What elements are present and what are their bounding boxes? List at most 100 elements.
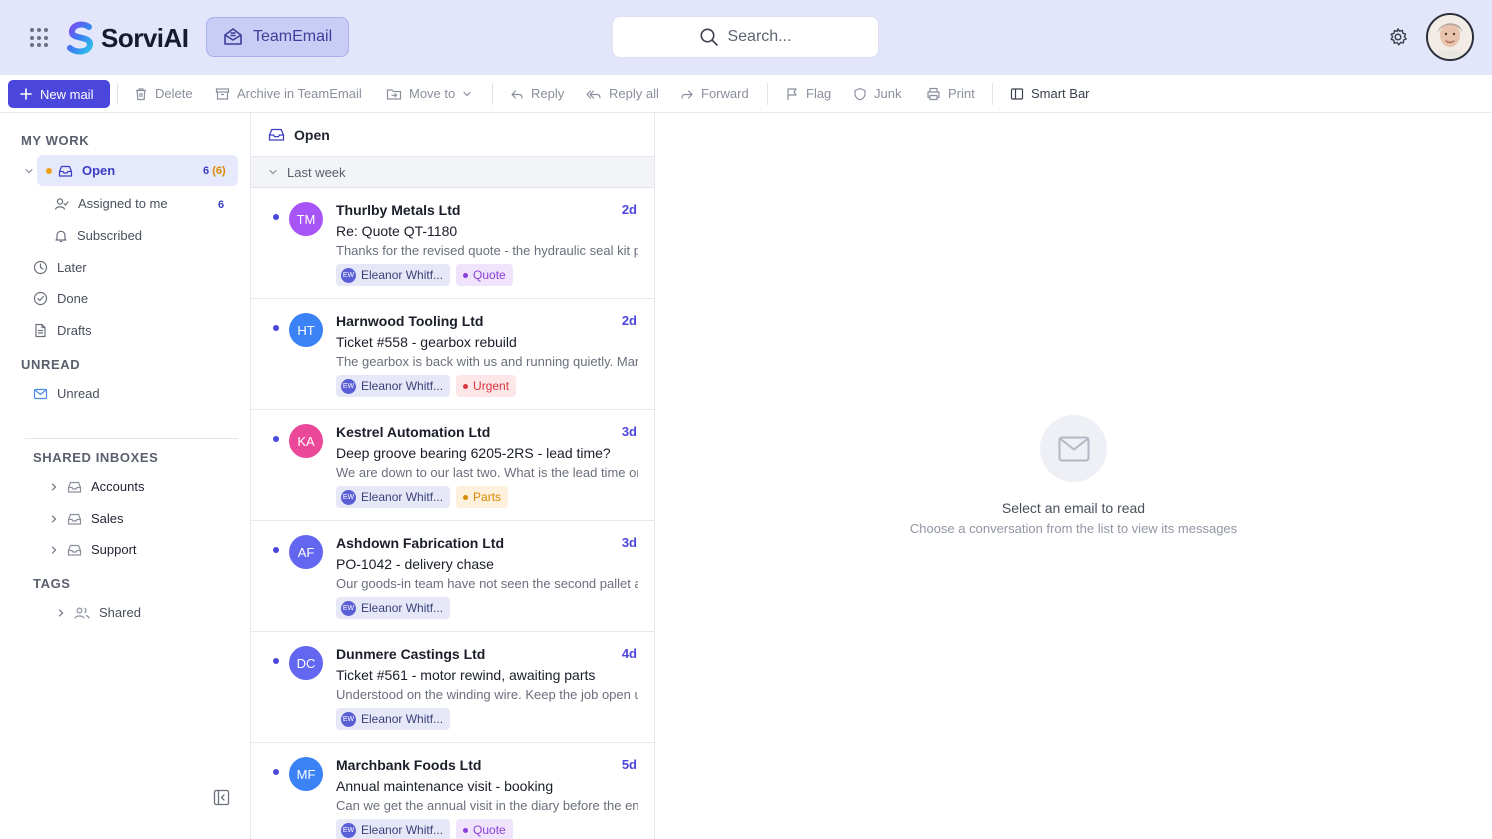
folder-move-icon bbox=[386, 88, 402, 100]
chevron-right-icon bbox=[51, 482, 57, 491]
tag-chip[interactable]: Quote bbox=[456, 819, 513, 839]
sender-avatar: MF bbox=[289, 757, 323, 791]
collapse-sidebar-icon[interactable] bbox=[213, 789, 230, 806]
action-toolbar: New mail Delete Archive in TeamEmail Mov… bbox=[0, 75, 1492, 113]
mail-list-item[interactable]: KA Kestrel Automation Ltd 3d Deep groove be… bbox=[251, 410, 654, 521]
mail-age: 3d bbox=[621, 424, 637, 439]
group-header-last-week[interactable]: Last week bbox=[251, 157, 654, 188]
assignee-chip[interactable]: EW Eleanor Whitf... bbox=[336, 708, 451, 730]
sender-avatar: AF bbox=[289, 535, 323, 569]
sender-name: Marchbank Foods Ltd bbox=[336, 757, 482, 773]
support-label: Support bbox=[91, 542, 137, 557]
sidebar-item-done[interactable]: Done bbox=[33, 291, 88, 306]
assignee-name: Eleanor Whitf... bbox=[361, 712, 444, 726]
chevron-down-icon bbox=[269, 169, 277, 175]
mail-list-item[interactable]: TM Thurlby Metals Ltd 2d Re: Quote QT-1180 T… bbox=[251, 188, 654, 299]
mail-subject: Deep groove bearing 6205-2RS - lead time… bbox=[336, 445, 611, 461]
users-icon bbox=[74, 606, 90, 619]
print-label: Print bbox=[948, 86, 975, 101]
app-launcher-icon[interactable] bbox=[29, 27, 51, 49]
junk-button[interactable]: Junk bbox=[853, 75, 901, 112]
tag-dot bbox=[463, 272, 469, 278]
tag-chip[interactable]: Urgent bbox=[456, 375, 517, 397]
sidebar-item-tag-shared[interactable]: Shared bbox=[57, 605, 141, 620]
toolbar-divider bbox=[767, 83, 768, 105]
mail-subject: Annual maintenance visit - booking bbox=[336, 778, 554, 794]
assignee-chip[interactable]: EW Eleanor Whitf... bbox=[336, 819, 451, 839]
tag-label: Parts bbox=[473, 490, 502, 504]
unread-dot bbox=[273, 325, 279, 331]
reply-all-button[interactable]: Reply all bbox=[586, 75, 659, 112]
app-switcher-teamemail[interactable]: TeamEmail bbox=[206, 17, 349, 57]
open-count: 6 bbox=[203, 165, 210, 177]
bell-icon bbox=[55, 230, 67, 242]
flag-button[interactable]: Flag bbox=[785, 75, 831, 112]
sidebar-item-open-label[interactable]: Open bbox=[58, 163, 115, 178]
empty-state-title: Select an email to read bbox=[1001, 500, 1146, 516]
assigned-count-badge: 6 bbox=[218, 199, 225, 211]
mail-list-item[interactable]: MF Marchbank Foods Ltd 5d Annual maintenanc… bbox=[251, 743, 654, 839]
mail-list-item[interactable]: AF Ashdown Fabrication Ltd 3d PO-1042 - del… bbox=[251, 521, 654, 632]
new-mail-label: New mail bbox=[40, 86, 94, 102]
forward-button[interactable]: Forward bbox=[680, 75, 749, 112]
assignee-chip[interactable]: EW Eleanor Whitf... bbox=[336, 264, 451, 286]
chevron-down-icon[interactable] bbox=[24, 166, 34, 176]
archive-button[interactable]: Archive in TeamEmail bbox=[215, 75, 362, 112]
forward-label: Forward bbox=[701, 86, 749, 101]
trash-icon bbox=[136, 87, 146, 100]
drafts-label: Drafts bbox=[57, 323, 92, 338]
sidebar-item-accounts[interactable]: Accounts bbox=[50, 479, 144, 494]
assignee-avatar: EW bbox=[341, 711, 356, 727]
unread-dot bbox=[273, 436, 279, 442]
inbox-icon bbox=[67, 513, 82, 525]
mail-open-icon bbox=[224, 28, 242, 45]
new-mail-button[interactable]: New mail bbox=[8, 80, 110, 108]
mail-preview: Can we get the annual visit in the diary… bbox=[336, 798, 638, 813]
clock-icon bbox=[33, 260, 48, 275]
logo[interactable]: SorviAI bbox=[64, 19, 189, 57]
sidebar-item-assigned[interactable]: Assigned to me bbox=[54, 196, 168, 211]
plus-icon bbox=[20, 88, 32, 100]
mail-chips: EW Eleanor Whitf... Urgent bbox=[336, 375, 517, 397]
assignee-chip[interactable]: EW Eleanor Whitf... bbox=[336, 375, 451, 397]
search-icon bbox=[700, 28, 719, 46]
move-to-button[interactable]: Move to bbox=[386, 75, 472, 112]
reply-icon bbox=[511, 89, 523, 99]
mail-list-header: Open bbox=[251, 113, 654, 157]
assignee-chip[interactable]: EW Eleanor Whitf... bbox=[336, 597, 451, 619]
settings-gear-icon[interactable] bbox=[1388, 27, 1408, 47]
archive-icon bbox=[215, 87, 230, 100]
mail-list-item[interactable]: DC Dunmere Castings Ltd 4d Ticket #561 - mo… bbox=[251, 632, 654, 743]
search-input[interactable]: Search... bbox=[612, 16, 879, 58]
user-avatar[interactable] bbox=[1426, 13, 1474, 61]
reply-button[interactable]: Reply bbox=[510, 75, 564, 112]
mail-list-item[interactable]: HT Harnwood Tooling Ltd 2d Ticket #558 - ge… bbox=[251, 299, 654, 410]
sender-name: Dunmere Castings Ltd bbox=[336, 646, 486, 662]
junk-label: Junk bbox=[874, 86, 902, 101]
sidebar-item-later[interactable]: Later bbox=[33, 260, 87, 275]
sidebar-item-unread[interactable]: Unread bbox=[33, 386, 100, 401]
mail-subject: PO-1042 - delivery chase bbox=[336, 556, 494, 572]
reading-pane: Select an email to read Choose a convers… bbox=[655, 113, 1492, 839]
document-icon bbox=[35, 323, 46, 338]
tag-chip[interactable]: Parts bbox=[456, 486, 509, 508]
panel-right-icon bbox=[1010, 87, 1024, 100]
sidebar: MY WORK Open 6 (6) Assigned to me 6 Subs… bbox=[0, 113, 251, 839]
archive-label: Archive in TeamEmail bbox=[237, 86, 362, 101]
smart-bar-button[interactable]: Smart Bar bbox=[1010, 75, 1090, 112]
sidebar-item-support[interactable]: Support bbox=[50, 542, 137, 557]
sidebar-item-subscribed[interactable]: Subscribed bbox=[54, 228, 142, 243]
logo-mark-icon bbox=[67, 21, 94, 55]
mail-age: 5d bbox=[621, 757, 637, 772]
assignee-chip[interactable]: EW Eleanor Whitf... bbox=[336, 486, 451, 508]
tag-chip[interactable]: Quote bbox=[456, 264, 513, 286]
check-circle-icon bbox=[33, 291, 48, 306]
sidebar-item-drafts[interactable]: Drafts bbox=[33, 323, 92, 338]
print-button[interactable]: Print bbox=[926, 75, 975, 112]
mail-chips: EW Eleanor Whitf... bbox=[336, 708, 451, 730]
toolbar-divider bbox=[117, 83, 118, 105]
sidebar-item-sales[interactable]: Sales bbox=[50, 511, 124, 526]
mail-age: 3d bbox=[621, 535, 637, 550]
delete-button[interactable]: Delete bbox=[134, 75, 193, 112]
mail-subject: Ticket #561 - motor rewind, awaiting par… bbox=[336, 667, 596, 683]
